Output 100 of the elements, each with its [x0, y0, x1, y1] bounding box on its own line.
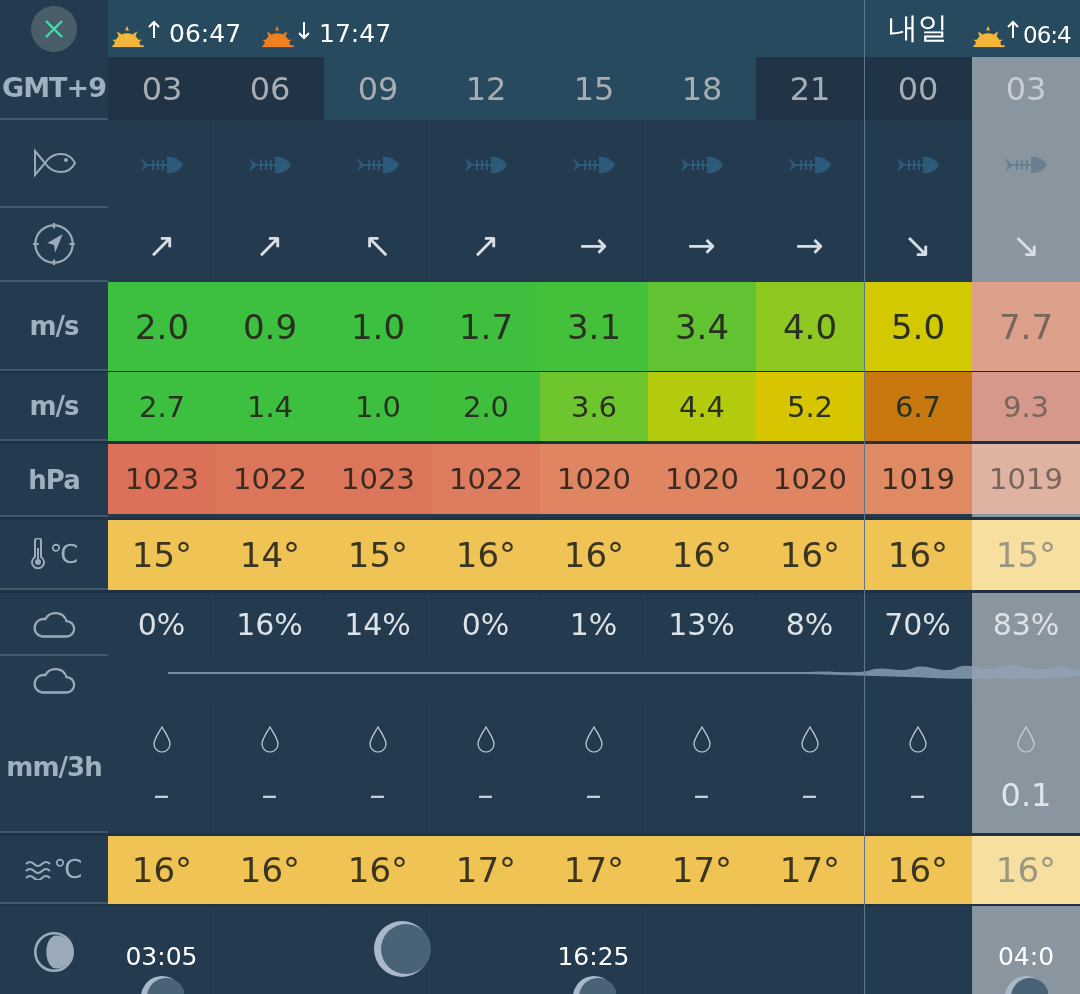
air-temperature: 15°: [972, 520, 1080, 590]
precipitation-value: –: [153, 776, 170, 814]
gust-speed: 5.2: [756, 372, 864, 441]
sun-time: 17:47: [319, 19, 392, 48]
moon-icon: [1004, 975, 1048, 994]
raindrop-icon: [368, 726, 387, 754]
pressure-value: 1022: [216, 444, 324, 514]
wind-speed: 3.4: [648, 282, 756, 371]
moon-icon: [571, 975, 616, 994]
unit-label: m/s: [29, 390, 79, 421]
pressure-value: 1020: [756, 444, 864, 514]
wind-speed: 5.0: [864, 282, 972, 371]
precipitation-value: –: [477, 776, 494, 814]
wind-direction-arrow: ↗: [255, 225, 284, 265]
wind-direction-arrow: ↘: [1011, 225, 1041, 265]
water-temperature: 16°: [972, 836, 1080, 904]
wind-direction-arrow: →: [795, 225, 824, 265]
gust-speed: 4.4: [648, 372, 756, 441]
pressure-value: 1020: [648, 444, 756, 514]
water-temperature: 17°: [432, 836, 540, 904]
wind-speed: 1.0: [324, 282, 432, 371]
hour-column-header[interactable]: 09: [324, 57, 432, 120]
cloud-cover: 13%: [668, 607, 735, 642]
raindrop-icon: [692, 726, 711, 754]
fish-icon: [31, 147, 77, 179]
pressure-value: 1022: [432, 444, 540, 514]
air-temperature: 16°: [540, 520, 648, 590]
compass-icon: [32, 222, 76, 266]
hour-column-header[interactable]: 06: [216, 57, 324, 120]
cloud-cover: 8%: [785, 607, 834, 642]
water-temperature: 17°: [756, 836, 864, 904]
cloud-cover: 0%: [137, 607, 186, 642]
hour-column-header[interactable]: 12: [432, 57, 540, 120]
celsius-label: ℃: [53, 854, 83, 884]
fish-skeleton-icon: [680, 155, 723, 175]
water-temperature: 17°: [540, 836, 648, 904]
timezone-label: GMT+9: [2, 72, 106, 103]
cloud-cover: 1%: [569, 607, 618, 642]
water-temperature: 16°: [216, 836, 324, 904]
moon-icon: [373, 920, 431, 978]
sunrise-icon: [972, 24, 1006, 48]
cloud-cover: 83%: [992, 607, 1060, 642]
air-temperature: 15°: [108, 520, 216, 590]
fish-skeleton-icon: [572, 155, 615, 175]
fish-skeleton-icon: [356, 155, 399, 175]
cloud-cover: 0%: [461, 607, 510, 642]
air-temperature: 16°: [648, 520, 756, 590]
precipitation-value: –: [801, 776, 818, 814]
moonrise-time: 16:25: [557, 942, 630, 971]
hour-column-header[interactable]: 15: [540, 57, 648, 120]
raindrop-icon: [908, 726, 927, 754]
raindrop-icon: [476, 726, 495, 754]
unit-label: m/s: [29, 310, 79, 341]
fish-skeleton-icon: [464, 155, 507, 175]
close-icon: [43, 17, 65, 40]
fish-skeleton-icon: [1005, 155, 1047, 175]
wind-direction-arrow: ↗: [147, 225, 176, 265]
gust-speed: 2.0: [432, 372, 540, 441]
sunset-icon: [261, 24, 296, 48]
hour-column-header[interactable]: 00: [864, 57, 972, 120]
unit-label: hPa: [28, 464, 80, 495]
hour-column-header[interactable]: 21: [756, 57, 864, 120]
moonrise-time: 04:0: [997, 942, 1055, 971]
fish-skeleton-icon: [140, 155, 183, 175]
cloud-cover: 14%: [344, 607, 411, 642]
water-temperature: 16°: [864, 836, 972, 904]
fish-skeleton-icon: [248, 155, 291, 175]
wind-speed: 2.0: [108, 282, 216, 371]
up-arrow-icon: [148, 20, 160, 40]
next-day-label: 내일: [888, 9, 948, 47]
moon-phase-icon: [32, 929, 76, 974]
raindrop-icon: [260, 726, 279, 754]
gust-speed: 1.0: [324, 372, 432, 441]
hour-column-header[interactable]: 03: [108, 57, 216, 120]
raindrop-icon: [152, 726, 171, 754]
air-temperature: 15°: [324, 520, 432, 590]
pressure-value: 1023: [108, 444, 216, 514]
wind-speed: 3.1: [540, 282, 648, 371]
cloud-cover: 16%: [236, 607, 303, 642]
close-button[interactable]: [31, 5, 77, 52]
precipitation-value: –: [585, 776, 602, 814]
water-temperature: 16°: [324, 836, 432, 904]
wind-speed: 1.7: [432, 282, 540, 371]
wind-direction-arrow: →: [687, 225, 716, 265]
precipitation-value: –: [369, 776, 386, 814]
fish-skeleton-icon: [896, 155, 939, 175]
down-arrow-icon: [298, 20, 311, 40]
hour-column-header[interactable]: 18: [648, 57, 756, 120]
sun-time: 06:4: [1023, 22, 1071, 48]
precipitation-value: 0.1: [1000, 776, 1052, 814]
wind-speed: 4.0: [756, 282, 864, 371]
water-temperature: 17°: [648, 836, 756, 904]
gust-speed: 6.7: [864, 372, 972, 441]
moon-icon: [139, 975, 184, 994]
air-temperature: 16°: [864, 520, 972, 590]
air-temperature: 16°: [756, 520, 864, 590]
pressure-value: 1020: [540, 444, 648, 514]
air-temperature: 14°: [216, 520, 324, 590]
precipitation-value: –: [261, 776, 278, 814]
precipitation-value: –: [909, 776, 926, 814]
